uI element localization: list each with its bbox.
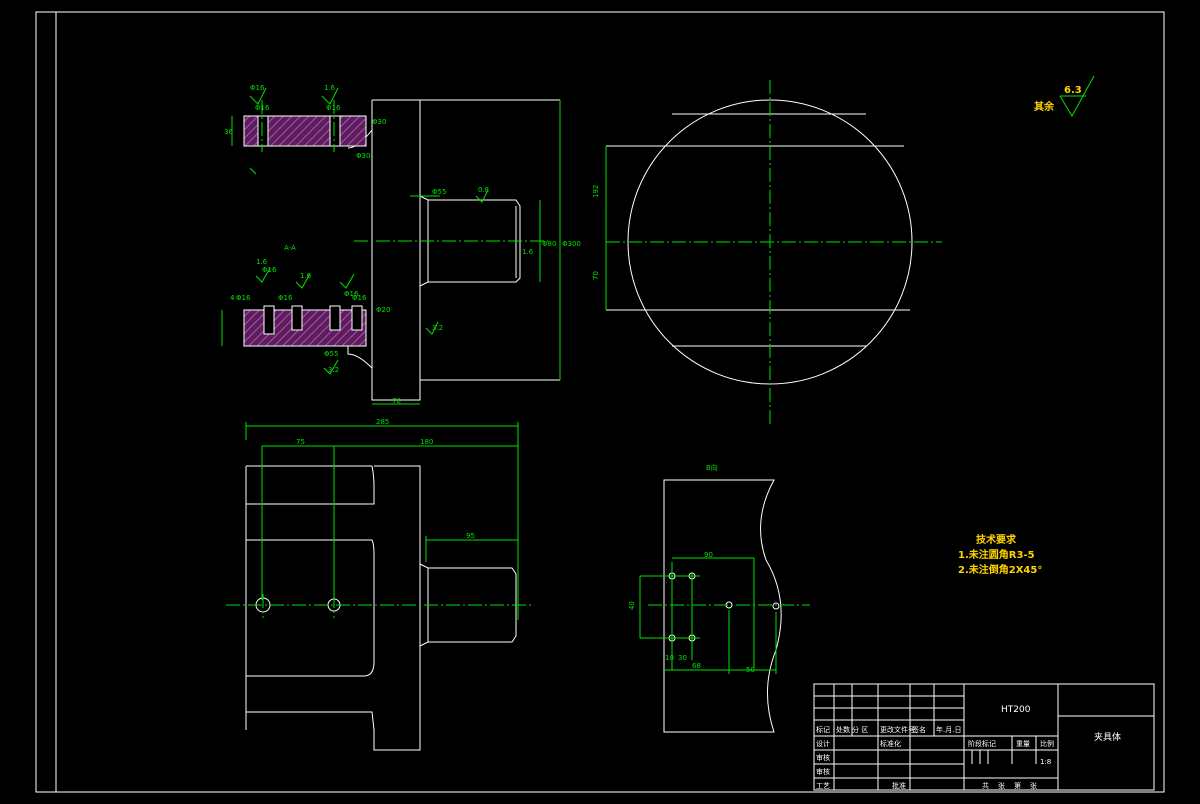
dim-circle-2: 70 — [592, 271, 600, 280]
dim-front-4: 95 — [466, 532, 475, 540]
tb-weight: 重量 — [1016, 740, 1030, 748]
drawing-sheet: Φ16 Φ16 36 Φ30 Φ30 Φ55 Φ80 Φ300 0.8 1.6 … — [35, 11, 1165, 793]
detail-view: B向 90 40 68 50 10 30 — [628, 463, 810, 733]
dim-top-23: Φ20 — [376, 306, 390, 314]
roughness-note: 其余 6.3 — [1034, 75, 1095, 118]
tb-sheet-1: 共 — [982, 781, 989, 790]
part-name-text: 夹具体 — [1094, 731, 1121, 743]
inner-frame-line — [55, 11, 1165, 793]
dim-top-12: 1.6 — [300, 272, 312, 280]
tb-approve: 批准 — [892, 781, 906, 790]
dim-top-3: 36 — [224, 128, 233, 136]
tech-req-item-1: 1.未注圆角R3-5 — [958, 548, 1035, 561]
circle-view: 192 70 — [592, 80, 942, 424]
roughness-prefix: 其余 — [1034, 100, 1055, 113]
dim-top-7: Φ80 — [542, 240, 556, 248]
dim-top-24: Φ16 — [250, 84, 265, 92]
tb-design: 设计 — [816, 739, 830, 748]
tb-scale: 1:8 — [1040, 758, 1051, 766]
dim-top-19: 1.6 — [324, 84, 336, 92]
dim-top-9: 0.8 — [478, 186, 489, 194]
dim-top-22: Φ16 — [278, 294, 293, 302]
dim-detail-5: 10 — [665, 654, 674, 662]
dim-top-20: 3.2 — [328, 366, 339, 374]
dim-top-11: Φ16 — [262, 266, 277, 274]
dim-top-13: 4 — [230, 294, 235, 302]
dim-detail-1: 90 — [704, 551, 713, 559]
tb-label-date: 年.月.日 — [936, 725, 961, 734]
dim-front-1: 285 — [376, 418, 389, 426]
dim-top-10: 1.6 — [522, 248, 534, 256]
material-text: HT200 — [1001, 705, 1031, 715]
outer-border — [35, 11, 1165, 793]
tb-sheet-4: 张 — [1030, 781, 1037, 790]
tb-sheet-3: 第 — [1014, 781, 1021, 790]
dim-top-14: Φ55 — [324, 350, 338, 358]
top-section-view: Φ16 Φ16 36 Φ30 Φ30 Φ55 Φ80 Φ300 0.8 1.6 … — [221, 84, 581, 405]
tb-label-count: 处数 — [836, 725, 850, 734]
detail-label: B向 — [706, 463, 718, 472]
dim-top-1: Φ16 — [255, 104, 270, 112]
tb-sheet-2: 张 — [998, 781, 1005, 790]
dim-top-6: Φ55 — [432, 188, 446, 196]
dim-detail-3: 68 — [692, 662, 701, 670]
technical-requirements: 技术要求 1.未注圆角R3-5 2.未注倒角2X45° — [958, 533, 1042, 576]
dim-top-25: Φ16 — [352, 294, 367, 302]
tech-req-title: 技术要求 — [976, 533, 1017, 546]
tb-label-sign: 签名 — [912, 725, 926, 734]
front-view: 285 75 180 95 — [226, 418, 534, 751]
title-block: HT200 夹具体 标记 处数 分 区 更改文件号 签名 年.月.日 设计 标准… — [813, 683, 1155, 791]
dim-top-17: 3.2 — [432, 324, 443, 332]
dim-circle-1: 192 — [592, 185, 600, 198]
tb-check-2: 审核 — [816, 767, 830, 776]
dim-front-2: 75 — [296, 438, 305, 446]
dim-top-15: Φ16 — [236, 294, 251, 302]
tb-label-zone: 分 区 — [852, 725, 868, 734]
dim-top-4: Φ30 — [372, 118, 386, 126]
dim-detail-4: 50 — [746, 666, 755, 674]
dim-top-18: 1.6 — [256, 258, 268, 266]
tb-stage-mark: 阶段标记 — [968, 739, 996, 748]
dim-top-8: Φ300 — [562, 240, 581, 248]
dim-detail-6: 30 — [678, 654, 687, 662]
dim-top-16: 70 — [392, 397, 401, 405]
cad-drawing-canvas: Φ16 Φ16 36 Φ30 Φ30 Φ55 Φ80 Φ300 0.8 1.6 … — [0, 0, 1200, 800]
tb-craft: 工艺 — [816, 782, 830, 790]
dim-front-3: 180 — [420, 438, 433, 446]
tb-label-change-doc: 更改文件号 — [880, 725, 915, 734]
tb-ratio: 比例 — [1040, 739, 1054, 748]
dim-top-5: Φ30 — [356, 152, 370, 160]
tb-check: 审核 — [816, 753, 830, 762]
roughness-value: 6.3 — [1064, 85, 1082, 96]
dim-top-2: Φ16 — [326, 104, 341, 112]
dim-detail-2: 40 — [628, 601, 636, 610]
tb-label-mark: 标记 — [816, 725, 830, 734]
section-label: A-A — [284, 244, 296, 252]
tech-req-item-2: 2.未注倒角2X45° — [958, 563, 1042, 576]
lower-flange-section — [243, 309, 367, 347]
tb-standardize: 标准化 — [880, 739, 901, 748]
